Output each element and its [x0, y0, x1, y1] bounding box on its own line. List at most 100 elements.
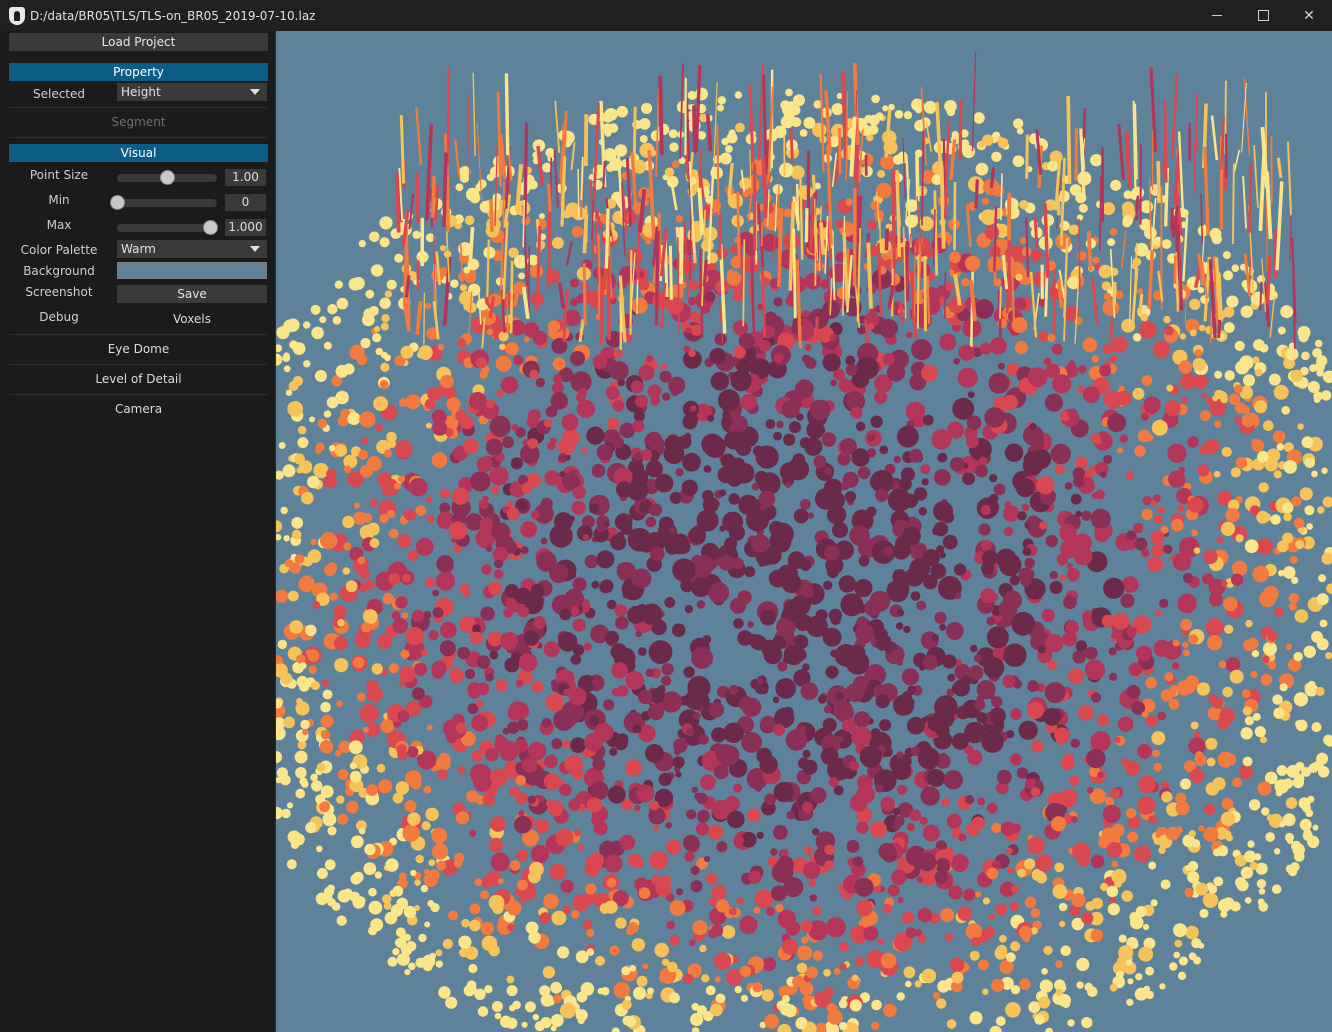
point-cluster: [1054, 464, 1065, 475]
point-cluster: [980, 539, 992, 551]
slider-knob[interactable]: [110, 195, 125, 210]
point-cluster: [1129, 915, 1144, 930]
point-cluster: [777, 867, 785, 874]
point-cluster: [1067, 408, 1078, 419]
point-cluster: [946, 107, 955, 117]
point-cluster: [361, 622, 372, 633]
point-cluster: [812, 828, 820, 836]
point-cluster: [609, 747, 618, 757]
point-cluster: [1172, 662, 1180, 670]
point-cluster: [1076, 981, 1084, 989]
point-cluster: [482, 495, 489, 502]
point-cluster: [1256, 538, 1273, 555]
close-button[interactable]: ✕: [1286, 0, 1332, 31]
point-cluster: [907, 716, 925, 735]
segment-section[interactable]: Segment: [9, 115, 268, 129]
point-cluster: [486, 173, 495, 182]
point-cluster: [802, 861, 821, 880]
level-of-detail-section[interactable]: Level of Detail: [9, 372, 268, 386]
point-cluster: [398, 475, 405, 483]
point-size-slider[interactable]: [117, 170, 217, 185]
point-cluster: [384, 911, 398, 925]
slider-knob[interactable]: [203, 220, 218, 235]
point-cluster: [909, 809, 922, 822]
point-cluster: [839, 963, 847, 971]
point-cluster: [1293, 651, 1303, 662]
point-cluster: [812, 950, 823, 961]
point-strand: [884, 228, 889, 251]
point-cluster: [1256, 510, 1270, 524]
point-cluster: [896, 609, 905, 617]
point-cluster: [631, 568, 652, 589]
point-cluster: [466, 790, 479, 803]
min-value[interactable]: 0: [225, 194, 266, 211]
point-cluster: [1240, 305, 1253, 318]
point-cluster: [1150, 530, 1165, 545]
point-cloud-viewport[interactable]: [276, 31, 1332, 1032]
point-cluster: [851, 448, 870, 467]
point-cluster: [710, 1003, 723, 1017]
point-cluster: [1072, 650, 1086, 664]
save-screenshot-button[interactable]: Save: [117, 285, 267, 303]
point-cluster: [939, 623, 947, 631]
point-cluster: [1009, 575, 1020, 586]
max-value[interactable]: 1.000: [225, 219, 266, 236]
point-cluster: [953, 358, 960, 365]
visual-header[interactable]: Visual: [9, 144, 268, 162]
point-cluster: [507, 923, 515, 932]
slider-knob[interactable]: [160, 170, 175, 185]
point-cluster: [748, 870, 762, 884]
point-cluster: [1141, 508, 1153, 521]
load-project-button[interactable]: Load Project: [9, 33, 268, 51]
point-cluster: [1235, 534, 1244, 543]
point-cluster: [856, 906, 865, 915]
point-cluster: [428, 630, 439, 641]
min-slider[interactable]: [110, 195, 217, 210]
point-cluster: [537, 424, 544, 432]
camera-section[interactable]: Camera: [9, 402, 268, 416]
point-cluster: [610, 534, 627, 551]
eye-dome-section[interactable]: Eye Dome: [9, 342, 268, 356]
point-cluster: [802, 663, 810, 671]
point-cluster: [1198, 825, 1205, 832]
point-cluster: [396, 744, 407, 755]
max-slider[interactable]: [117, 220, 218, 235]
point-cluster: [1143, 396, 1161, 414]
point-cluster: [413, 662, 428, 676]
maximize-button[interactable]: [1240, 0, 1286, 31]
background-color-swatch[interactable]: [117, 262, 267, 279]
point-cluster: [310, 538, 317, 546]
point-cluster: [491, 1001, 503, 1012]
point-cluster: [1054, 727, 1071, 744]
point-size-value[interactable]: 1.00: [225, 169, 266, 186]
sidebar: Load Project Property Selected Height Se…: [0, 31, 276, 1032]
property-header[interactable]: Property: [9, 63, 268, 81]
minimize-button[interactable]: [1194, 0, 1240, 31]
point-cluster: [495, 355, 512, 372]
point-cluster: [627, 606, 645, 624]
selected-property-dropdown[interactable]: Height: [117, 83, 267, 101]
point-cluster: [394, 440, 413, 458]
point-cluster: [702, 635, 712, 644]
point-cluster: [1084, 659, 1105, 681]
point-cluster: [476, 655, 491, 669]
point-cluster: [518, 606, 530, 618]
point-cluster: [669, 491, 682, 504]
point-cluster: [486, 328, 494, 335]
point-strand: [913, 245, 916, 317]
point-cluster: [427, 900, 435, 907]
point-strand: [939, 165, 946, 249]
point-cluster: [375, 423, 383, 432]
point-cluster: [435, 571, 456, 591]
voxels-toggle[interactable]: Voxels: [117, 312, 267, 326]
color-palette-dropdown[interactable]: Warm: [117, 240, 267, 258]
point-cluster: [337, 769, 349, 780]
point-cluster: [1189, 329, 1197, 337]
maximize-icon: [1257, 10, 1269, 21]
point-cluster: [540, 1017, 552, 1029]
point-strand: [582, 263, 587, 325]
point-cluster: [582, 534, 589, 541]
point-cluster: [975, 162, 989, 176]
point-cluster: [301, 491, 314, 505]
point-cluster: [1178, 956, 1188, 966]
